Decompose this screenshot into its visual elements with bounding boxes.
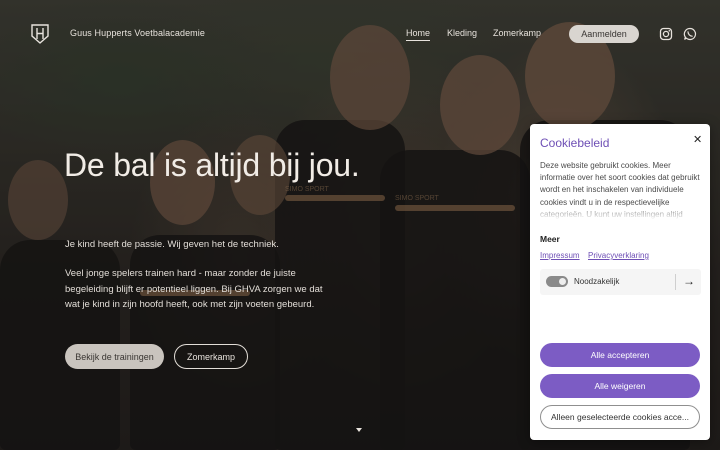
accept-selected-button[interactable]: Alleen geselecteerde cookies acce... xyxy=(540,405,700,429)
logo-icon[interactable] xyxy=(31,24,49,44)
chevron-down-icon[interactable] xyxy=(356,428,362,432)
brand-name[interactable]: Guus Hupperts Voetbalacademie xyxy=(70,28,205,38)
cookie-description: Deze website gebruikt cookies. Meer info… xyxy=(540,160,704,220)
whatsapp-icon[interactable] xyxy=(683,27,697,41)
instagram-icon[interactable] xyxy=(659,27,673,41)
category-label: Noodzakelijk xyxy=(574,277,620,286)
site-header: Guus Hupperts Voetbalacademie Home Kledi… xyxy=(0,0,720,66)
more-heading: Meer xyxy=(540,234,560,244)
cookie-category-row: Noodzakelijk → xyxy=(540,269,701,295)
nav-kleding[interactable]: Kleding xyxy=(447,28,477,38)
hero-subtitle: Je kind heeft de passie. Wij geven het d… xyxy=(65,239,279,250)
nav-zomerkamp[interactable]: Zomerkamp xyxy=(493,28,541,38)
impressum-link[interactable]: Impressum xyxy=(540,251,580,260)
necessary-toggle[interactable] xyxy=(546,276,568,287)
arrow-right-icon[interactable]: → xyxy=(683,273,695,289)
hero-paragraph: Veel jonge spelers trainen hard - maar z… xyxy=(65,268,323,310)
cookie-title: Cookiebeleid xyxy=(540,136,610,150)
privacy-link[interactable]: Privacyverklaring xyxy=(588,251,649,260)
signup-button[interactable]: Aanmelden xyxy=(569,25,639,43)
reject-all-button[interactable]: Alle weigeren xyxy=(540,374,700,398)
view-trainings-button[interactable]: Bekijk de trainingen xyxy=(65,344,164,369)
hero-title: De bal is altijd bij jou. xyxy=(64,147,360,183)
summer-camp-button[interactable]: Zomerkamp xyxy=(174,344,248,369)
close-icon[interactable]: ✕ xyxy=(693,133,702,146)
nav-home[interactable]: Home xyxy=(406,28,431,41)
cookie-dialog: Cookiebeleid ✕ Deze website gebruikt coo… xyxy=(530,124,710,440)
accept-all-button[interactable]: Alle accepteren xyxy=(540,343,700,367)
